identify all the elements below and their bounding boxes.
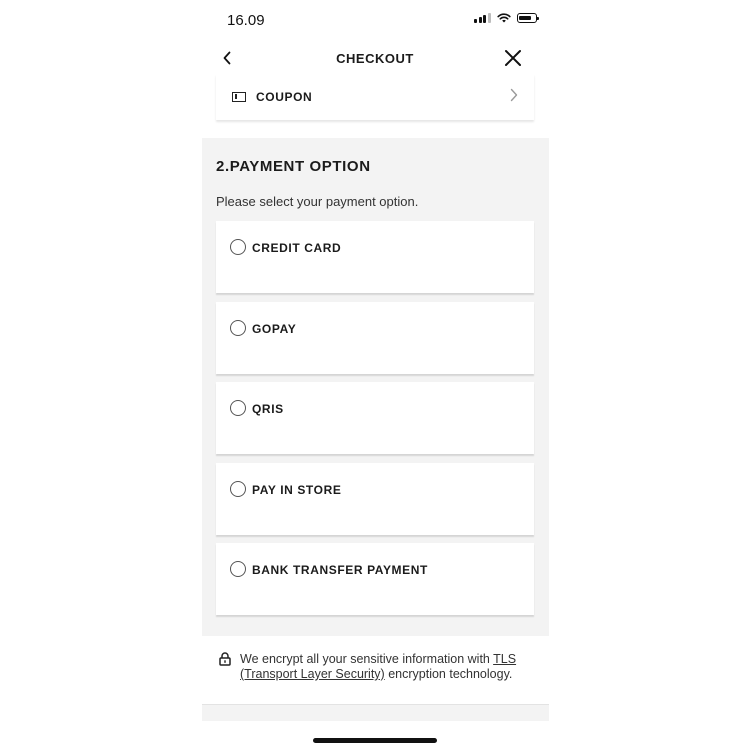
back-button[interactable] [216, 46, 238, 70]
coupon-label: COUPON [256, 90, 313, 104]
radio-button[interactable] [230, 239, 246, 255]
coupon-icon [232, 92, 246, 102]
security-note: We encrypt all your sensitive informatio… [240, 652, 540, 682]
section-title: 2.PAYMENT OPTION [216, 158, 371, 175]
payment-option-label: QRIS [252, 402, 284, 416]
section-divider [202, 704, 549, 721]
security-note-prefix: We encrypt all your sensitive informatio… [240, 652, 494, 666]
status-icons [474, 13, 539, 23]
payment-option-label: BANK TRANSFER PAYMENT [252, 563, 428, 577]
payment-option-gopay[interactable]: GOPAY [216, 302, 534, 374]
radio-button[interactable] [230, 320, 246, 336]
chevron-left-icon [223, 51, 231, 65]
chevron-right-icon [510, 88, 518, 102]
payment-option-bank-transfer[interactable]: BANK TRANSFER PAYMENT [216, 543, 534, 615]
coupon-row[interactable]: COUPON [216, 74, 534, 120]
wifi-icon [496, 13, 511, 23]
tls-full-link[interactable]: (Transport Layer Security) [240, 667, 385, 681]
battery-icon [516, 13, 539, 23]
close-icon [505, 50, 521, 66]
payment-option-label: CREDIT CARD [252, 241, 342, 255]
radio-button[interactable] [230, 481, 246, 497]
security-note-suffix: encryption technology. [384, 667, 513, 681]
payment-option-qris[interactable]: QRIS [216, 382, 534, 454]
page-title: CHECKOUT [336, 51, 414, 66]
close-button[interactable] [501, 46, 525, 70]
home-indicator[interactable] [313, 738, 437, 743]
cellular-signal-icon [474, 13, 491, 23]
radio-button[interactable] [230, 561, 246, 577]
section-subtitle: Please select your payment option. [216, 194, 419, 209]
payment-option-label: GOPAY [252, 322, 297, 336]
tls-link[interactable]: TLS [493, 652, 516, 666]
payment-option-label: PAY IN STORE [252, 483, 342, 497]
payment-option-pay-in-store[interactable]: PAY IN STORE [216, 463, 534, 535]
status-time: 16.09 [227, 12, 265, 29]
payment-option-section: 2.PAYMENT OPTION Please select your paym… [202, 138, 549, 636]
payment-option-credit-card[interactable]: CREDIT CARD [216, 221, 534, 293]
radio-button[interactable] [230, 400, 246, 416]
lock-icon [219, 652, 231, 666]
